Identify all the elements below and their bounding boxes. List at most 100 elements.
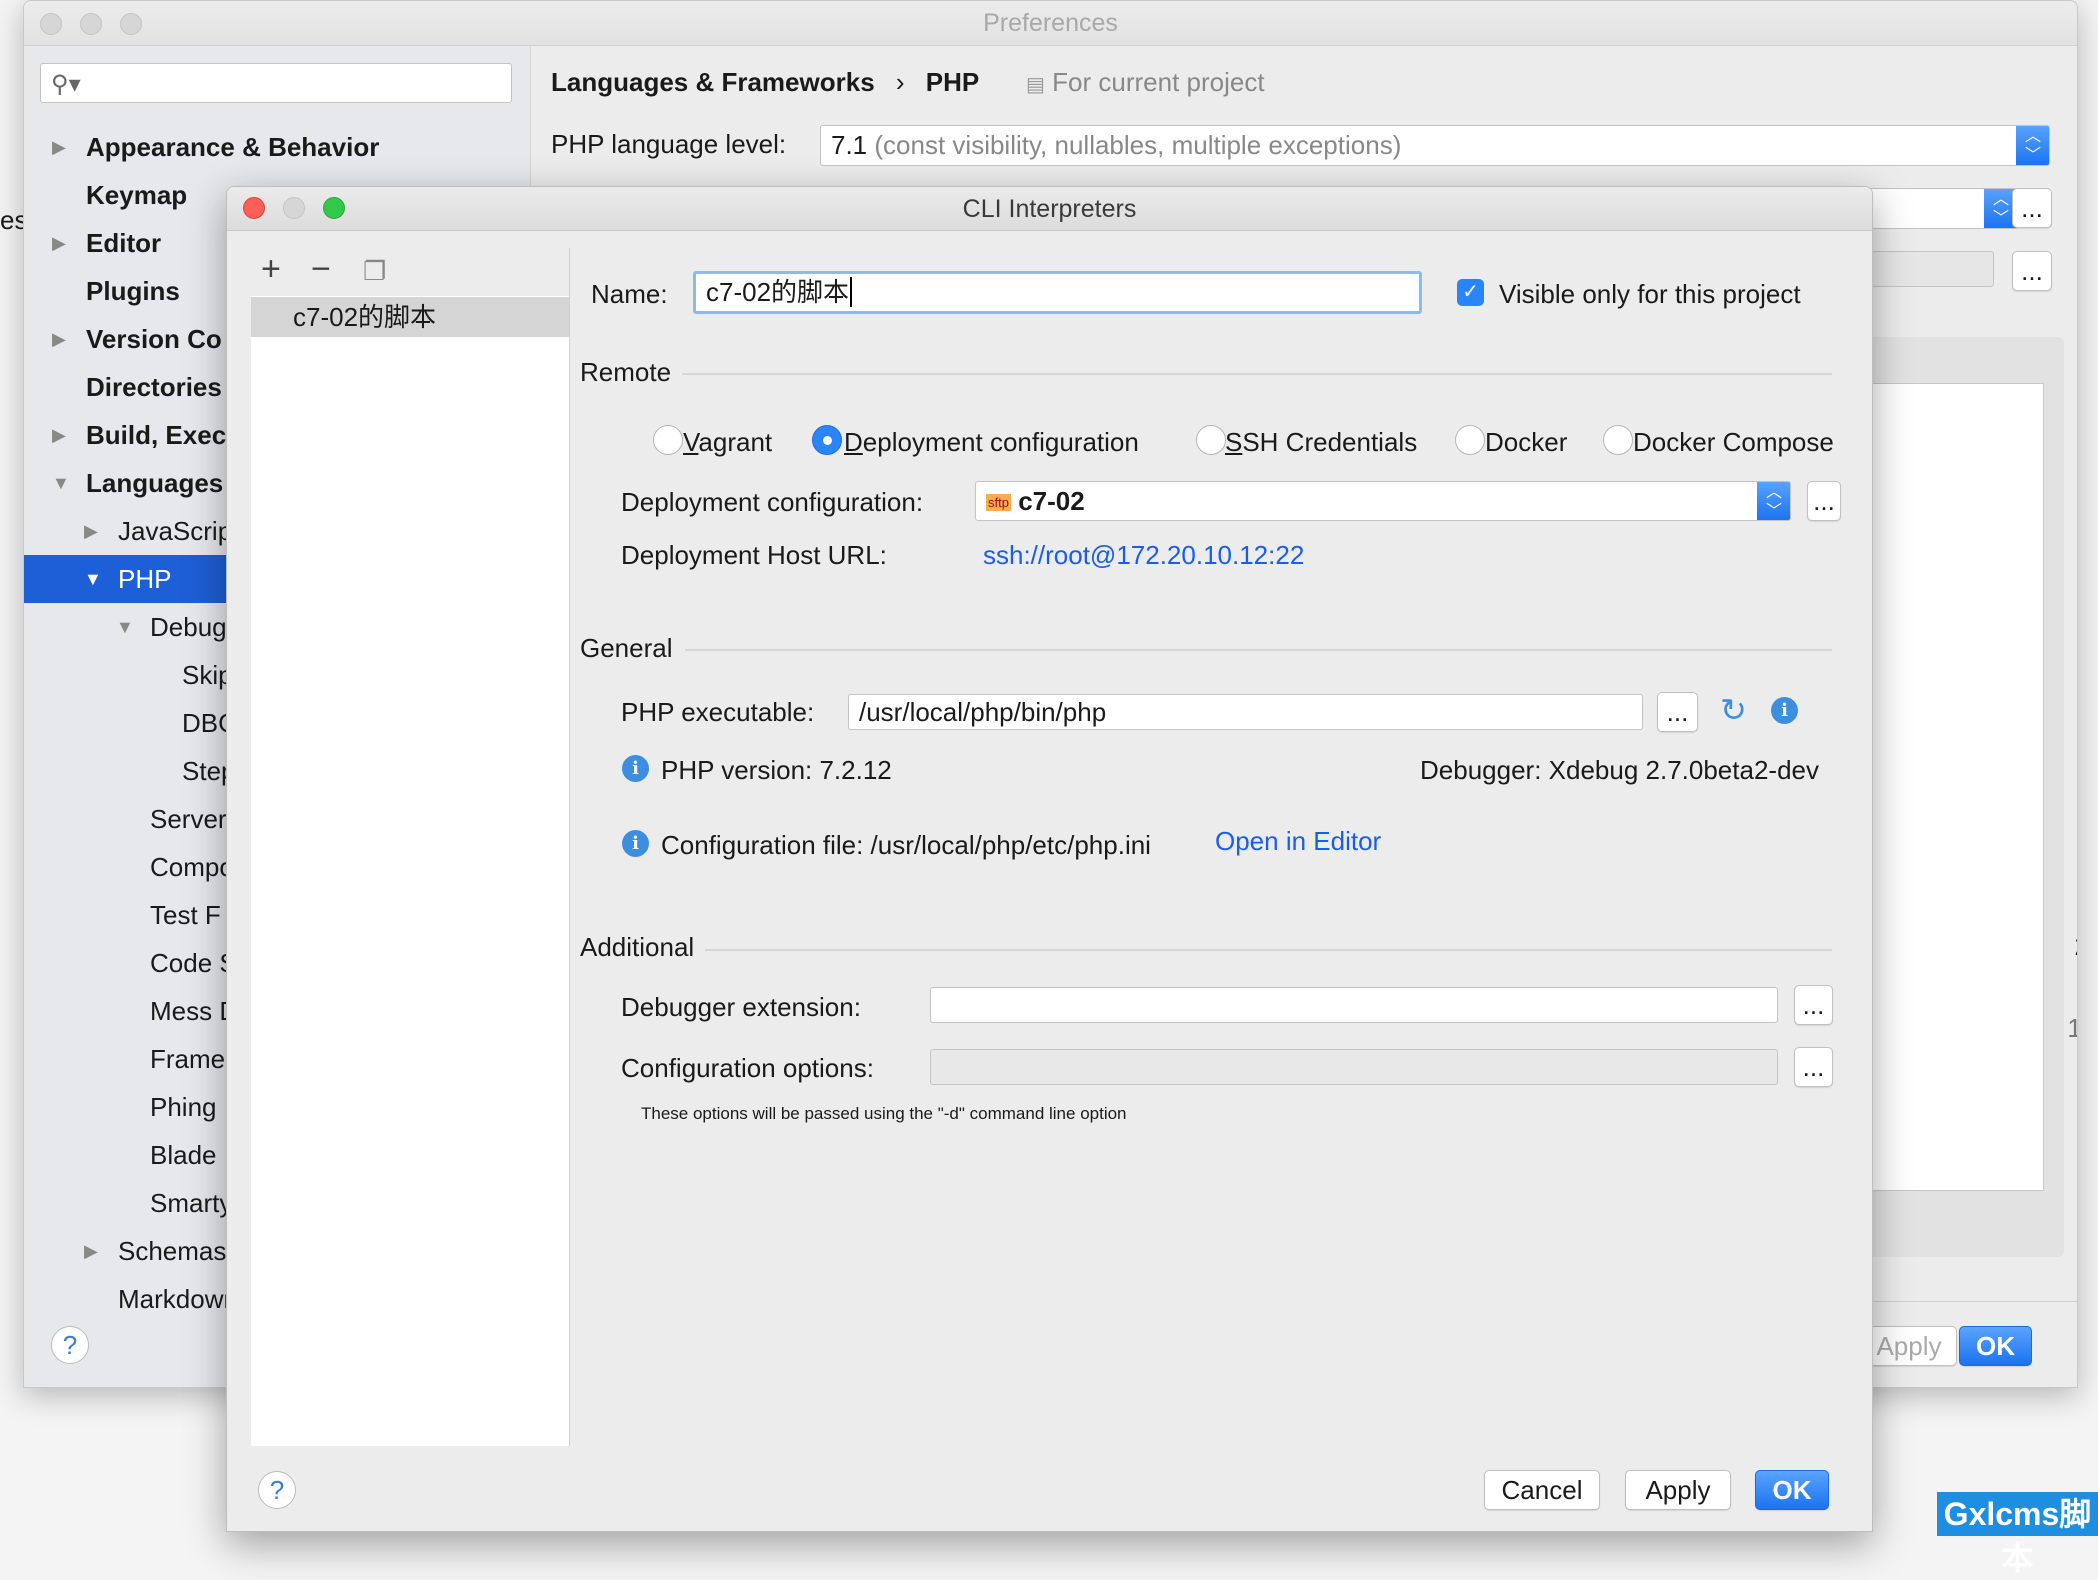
zoom-button[interactable] [323, 197, 345, 219]
remote-section-label: Remote [580, 357, 672, 387]
chevron-down-icon[interactable]: ▼ [52, 459, 70, 507]
remote-option-label[interactable]: Docker Compose [1633, 427, 1834, 458]
window-title: Preferences [983, 9, 1118, 37]
include-browse-button[interactable]: ... [2012, 251, 2052, 291]
interpreter-browse-button[interactable]: ... [2012, 188, 2052, 228]
info-icon: i [622, 755, 649, 782]
chevron-updown-icon: ︿ ﹀ [1757, 482, 1790, 520]
sidebar-item-label: Frame [150, 1044, 226, 1074]
sidebar-item-label: Phing [150, 1092, 217, 1122]
config-options-note: These options will be passed using the "… [641, 1104, 1127, 1123]
minimize-button[interactable] [283, 197, 305, 219]
remote-option-radio[interactable] [812, 425, 842, 455]
cancel-button[interactable]: Cancel [1484, 1470, 1600, 1510]
deploy-config-select[interactable]: sftp c7-02 ︿ ﹀ [975, 481, 1791, 521]
close-button[interactable] [40, 13, 62, 35]
sidebar-item-label: Appearance & Behavior [86, 132, 380, 162]
apply-button[interactable]: Apply [1861, 1326, 1957, 1366]
name-input[interactable]: c7-02的脚本 [693, 271, 1422, 314]
sidebar-item-label: Schemas [118, 1236, 227, 1266]
debugger-ext-browse-button[interactable]: ... [1794, 985, 1833, 1025]
name-label: Name: [591, 279, 668, 309]
chevron-right-icon[interactable]: ▶ [52, 123, 66, 171]
chevron-right-icon[interactable]: ▶ [52, 411, 66, 459]
sidebar-item-label: Directories [86, 372, 222, 402]
php-exe-browse-button[interactable]: ... [1657, 692, 1698, 732]
sidebar-item-label: Keymap [86, 180, 188, 210]
remote-option-radio[interactable] [1455, 425, 1485, 455]
php-version: PHP version: 7.2.12 [661, 755, 892, 785]
chevron-down-icon[interactable]: ▼ [116, 603, 134, 651]
sidebar-item-label: Languages [86, 468, 224, 498]
list-toolbar: + − ❐ [251, 248, 569, 296]
search-icon: ⚲▾ [51, 71, 81, 98]
remote-option-radio[interactable] [653, 425, 683, 455]
additional-section-label: Additional [580, 932, 695, 962]
chevron-right-icon[interactable]: ▶ [52, 219, 66, 267]
php-exe-input[interactable]: /usr/local/php/bin/php [848, 694, 1643, 730]
ok-button[interactable]: OK [1959, 1326, 2032, 1366]
config-options-input[interactable] [930, 1049, 1778, 1085]
host-url-link[interactable]: ssh://root@172.20.10.12:22 [983, 540, 1304, 571]
breadcrumb-parent[interactable]: Languages & Frameworks [551, 67, 875, 97]
dialog-title: CLI Interpreters [962, 195, 1137, 223]
breadcrumb-separator: › [895, 67, 905, 97]
preferences-titlebar: Preferences [24, 1, 2077, 46]
remove-icon[interactable]: − [311, 250, 331, 289]
apply-button[interactable]: Apply [1625, 1470, 1731, 1510]
edge-text: 1/ [2067, 1013, 2077, 1044]
chevron-right-icon[interactable]: ▶ [52, 315, 66, 363]
debugger-ext-label: Debugger extension: [621, 992, 861, 1022]
sidebar-item-label: Smarty [150, 1188, 233, 1218]
host-url-label: Deployment Host URL: [621, 540, 887, 570]
sidebar-item-label: Compo [150, 852, 234, 882]
remote-option-label[interactable]: Vagrant [683, 427, 772, 458]
ok-button[interactable]: OK [1755, 1470, 1829, 1510]
add-icon[interactable]: + [261, 250, 281, 289]
deploy-config-browse-button[interactable]: ... [1807, 481, 1841, 521]
chevron-updown-icon: ︿ ﹀ [2016, 126, 2049, 165]
sidebar-item-label: Markdown [118, 1284, 238, 1314]
config-options-browse-button[interactable]: ... [1794, 1047, 1833, 1087]
remote-option-radio[interactable] [1603, 425, 1633, 455]
chevron-down-icon[interactable]: ▼ [84, 555, 102, 603]
remote-option-label[interactable]: Docker [1485, 427, 1567, 458]
list-item[interactable]: c7-02的脚本 [251, 297, 569, 337]
visible-only-checkbox[interactable]: ✓ [1457, 279, 1484, 306]
sidebar-item-label: Skip [182, 660, 233, 690]
watermark-logo: Gxlcms脚本 [1937, 1492, 2098, 1576]
settings-search-input[interactable]: ⚲▾ [40, 63, 512, 103]
general-section-label: General [580, 633, 673, 663]
php-exe-label: PHP executable: [621, 697, 815, 727]
remote-option-label[interactable]: Deployment configuration [844, 427, 1139, 458]
project-scope-icon: ▤ [1026, 74, 1045, 96]
language-level-select[interactable]: 7.1 (const visibility, nullables, multip… [820, 125, 2050, 166]
project-scope-label: For current project [1052, 67, 1265, 97]
reload-icon[interactable]: ↻ [1720, 691, 1747, 729]
config-options-label: Configuration options: [621, 1053, 874, 1083]
sidebar-item[interactable]: ▶ Appearance & Behavior [24, 123, 530, 171]
zoom-button[interactable] [120, 13, 142, 35]
chevron-right-icon[interactable]: ▶ [84, 507, 98, 555]
remote-option-label[interactable]: SSH Credentials [1225, 427, 1417, 458]
sidebar-item-label: Code S [150, 948, 237, 978]
close-button[interactable] [243, 197, 265, 219]
sidebar-item-label: Server [150, 804, 227, 834]
minimize-button[interactable] [80, 13, 102, 35]
sidebar-item-label: Plugins [86, 276, 180, 306]
copy-icon[interactable]: ❐ [363, 256, 386, 287]
divider [685, 649, 1832, 651]
remote-option-radio[interactable] [1196, 425, 1226, 455]
sidebar-item-label: Build, Exec [86, 420, 227, 450]
debugger-ext-input[interactable] [930, 987, 1778, 1023]
open-in-editor-link[interactable]: Open in Editor [1215, 826, 1381, 857]
sidebar-item-label: PHP [118, 564, 172, 594]
chevron-right-icon[interactable]: ▶ [84, 1227, 98, 1275]
sidebar-item-label: Blade [150, 1140, 217, 1170]
info-icon[interactable]: i [1771, 697, 1798, 724]
help-button[interactable]: ? [258, 1471, 296, 1509]
interpreter-list-panel: + − ❐ c7-02的脚本 [251, 248, 570, 1446]
divider [705, 949, 1832, 951]
sidebar-item-label: Debug [150, 612, 227, 642]
help-button[interactable]: ? [51, 1326, 89, 1364]
